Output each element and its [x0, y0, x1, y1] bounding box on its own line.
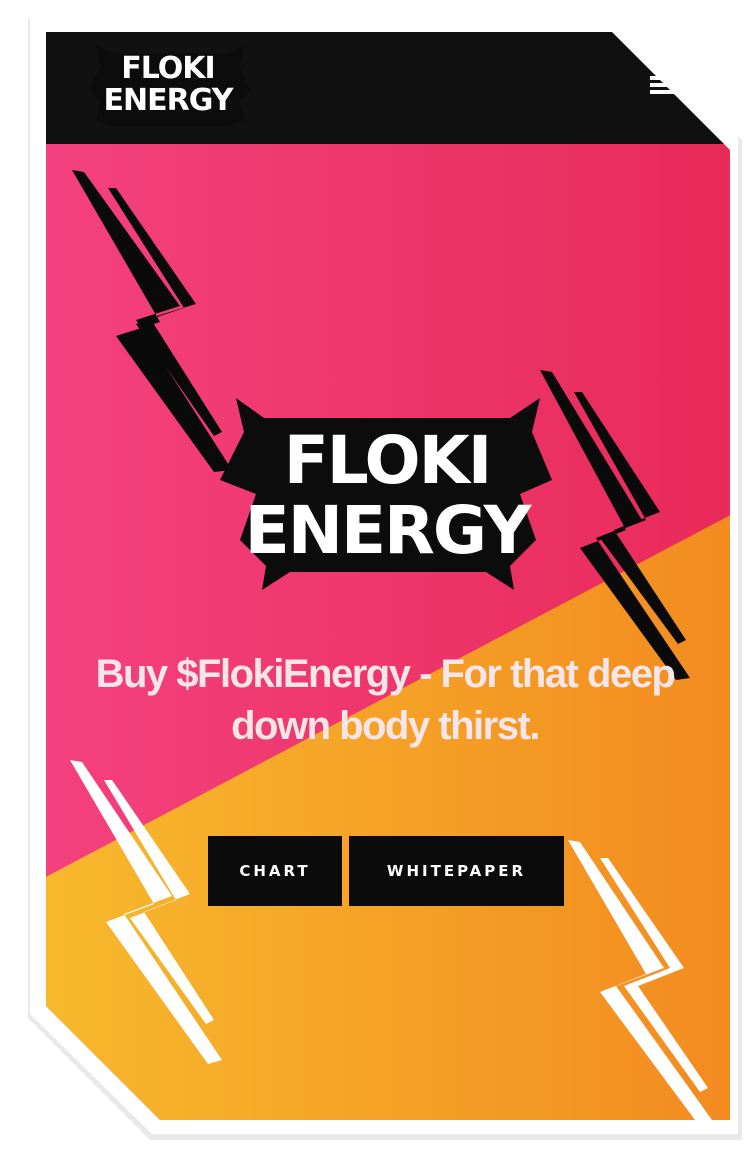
hero-tagline: Buy $FlokiEnergy - For that deep down bo… [95, 652, 676, 748]
header-logo-line1: FLOKI [121, 51, 215, 86]
chart-button[interactable]: CHART [208, 836, 342, 906]
header-logo[interactable]: FLOKI ENERGY [88, 42, 248, 128]
hero-logo-line1: FLOKI [283, 422, 493, 499]
header-logo-line2: ENERGY [103, 83, 234, 118]
hero-logo: FLOKI ENERGY [232, 406, 542, 584]
menu-bar [650, 76, 676, 80]
page: FLOKI ENERGY FLOKI ENERGY Buy $FlokiEner… [0, 0, 749, 1149]
menu-bar [650, 83, 676, 87]
whitepaper-button[interactable]: WHITEPAPER [349, 836, 564, 906]
menu-bar [650, 90, 676, 94]
hero-logo-line2: ENERGY [244, 492, 532, 569]
hamburger-menu-icon[interactable] [646, 70, 680, 100]
